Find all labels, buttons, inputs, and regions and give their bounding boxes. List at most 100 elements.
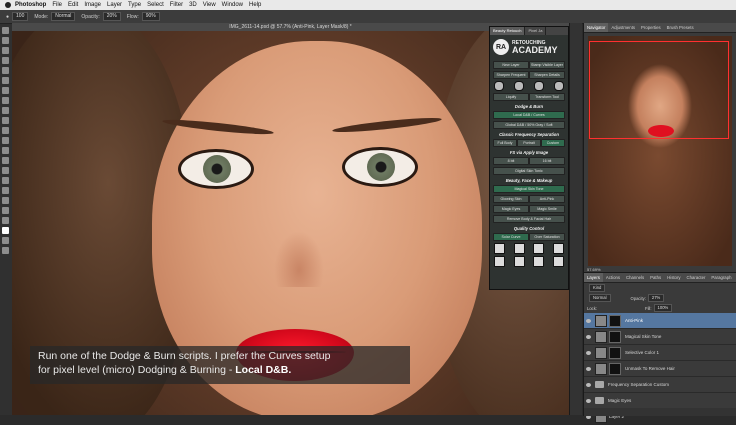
tab-properties[interactable]: Properties	[638, 23, 664, 32]
navigator-thumbnail[interactable]	[588, 36, 732, 266]
8-bit-button[interactable]: 8 bit	[493, 157, 529, 165]
full-body-button[interactable]: Full Body	[493, 139, 517, 147]
quick-mask-icon[interactable]	[2, 237, 9, 244]
visibility-eye-icon[interactable]	[586, 366, 591, 371]
glowing-skin-button[interactable]: Glowing Skin	[493, 195, 529, 203]
web-icon[interactable]	[552, 256, 564, 267]
history-brush-tool-icon[interactable]	[2, 117, 9, 124]
blend-mode-select[interactable]: Normal	[589, 294, 611, 302]
custom-button[interactable]: Custom	[541, 139, 565, 147]
tab-paths[interactable]: Paths	[647, 273, 664, 282]
anti-pink-button[interactable]: Anti-Pink	[529, 195, 565, 203]
layers-icon[interactable]	[494, 256, 505, 267]
marquee-tool-icon[interactable]	[2, 37, 9, 44]
app-menu[interactable]: Photoshop	[15, 2, 46, 8]
liquify-icon[interactable]	[494, 81, 504, 91]
brush-size[interactable]: 100	[12, 12, 29, 21]
tab-brush-presets[interactable]: Brush Presets	[664, 23, 697, 32]
sharpen-details-button[interactable]: Sharpen Details	[529, 71, 565, 79]
transform-tool-button[interactable]: Transform Tool	[529, 93, 565, 101]
brush-tool-icon[interactable]	[2, 97, 9, 104]
visibility-eye-icon[interactable]	[586, 350, 591, 355]
magic-smile-button[interactable]: Magic Smile	[529, 205, 565, 213]
solar-curve-button[interactable]: Solar Curve	[493, 233, 529, 241]
new-layer-button[interactable]: New Layer	[493, 61, 529, 69]
visibility-eye-icon[interactable]	[586, 382, 591, 387]
grid-icon[interactable]	[494, 243, 505, 254]
menu-select[interactable]: Select	[147, 2, 164, 8]
visibility-eye-icon[interactable]	[586, 334, 591, 339]
tab-navigator[interactable]: Navigator	[584, 23, 609, 32]
layer-row[interactable]: Anti-Pink	[584, 313, 736, 329]
digital-skin-tonic-button[interactable]: Digital Skin Tonic	[493, 167, 565, 175]
menu-view[interactable]: View	[203, 2, 216, 8]
local-db-button[interactable]: Local D&B / Curves	[493, 111, 565, 119]
eyedropper-tool-icon[interactable]	[2, 77, 9, 84]
layer-row[interactable]: Frequency Separation Custom	[584, 377, 736, 393]
shape-tool-icon[interactable]	[2, 197, 9, 204]
zoom-tool-icon[interactable]	[2, 217, 9, 224]
menu-type[interactable]: Type	[128, 2, 141, 8]
flow-field[interactable]: 90%	[141, 12, 160, 21]
layer-mask-thumbnail[interactable]	[609, 330, 621, 343]
menu-filter[interactable]: Filter	[170, 2, 183, 8]
image-icon[interactable]	[533, 243, 545, 254]
tab-history[interactable]: History	[664, 273, 683, 282]
global-db-button[interactable]: Global D&B / 50% Gray / Soft	[493, 121, 565, 129]
sharpen-frequent-button[interactable]: Sharpen Frequent	[493, 71, 529, 79]
layer-row[interactable]: Selective Color 1	[584, 345, 736, 361]
mode-select[interactable]: Normal	[51, 12, 76, 21]
crop-icon[interactable]	[513, 243, 525, 254]
tab-pixel-ja[interactable]: Pixel Ja	[525, 27, 547, 35]
layer-row[interactable]: Magic Eyes	[584, 393, 736, 409]
tab-channels[interactable]: Channels	[623, 273, 647, 282]
layer-row[interactable]: Magical Skin Tone	[584, 329, 736, 345]
menu-file[interactable]: File	[52, 2, 62, 8]
hand-tool-icon[interactable]	[2, 207, 9, 214]
fill-field[interactable]: 100%	[653, 304, 673, 312]
export-icon[interactable]	[513, 256, 525, 267]
quick-select-tool-icon[interactable]	[2, 57, 9, 64]
navigator-view-box[interactable]	[589, 41, 729, 139]
resize-icon[interactable]	[552, 243, 564, 254]
dodge-tool-icon[interactable]	[2, 157, 9, 164]
warp-icon[interactable]	[514, 81, 524, 91]
tab-layers[interactable]: Layers	[584, 273, 603, 282]
remove-hair-button[interactable]: Remove Body & Facial Hair	[493, 215, 565, 223]
type-tool-icon[interactable]	[2, 177, 9, 184]
magical-skin-tone-button[interactable]: Magical Skin Tone	[493, 185, 565, 193]
over-saturation-button[interactable]: Over Saturation	[529, 233, 565, 241]
screen-mode-icon[interactable]	[2, 247, 9, 254]
tab-beauty-retouch[interactable]: Beauty Retouch	[490, 27, 526, 35]
gradient-tool-icon[interactable]	[2, 137, 9, 144]
menu-edit[interactable]: Edit	[68, 2, 78, 8]
path-select-tool-icon[interactable]	[2, 187, 9, 194]
menu-help[interactable]: Help	[249, 2, 261, 8]
layer-mask-thumbnail[interactable]	[609, 346, 621, 359]
move-tool-icon[interactable]	[2, 27, 9, 34]
magic-eyes-button[interactable]: Magic Eyes	[493, 205, 529, 213]
layer-mask-thumbnail[interactable]	[609, 362, 621, 375]
menu-window[interactable]: Window	[222, 2, 243, 8]
eraser-tool-icon[interactable]	[2, 127, 9, 134]
layer-opacity-field[interactable]: 27%	[647, 294, 665, 302]
opacity-field[interactable]: 20%	[102, 12, 121, 21]
tab-actions[interactable]: Actions	[603, 273, 623, 282]
color-swatch-icon[interactable]	[2, 227, 9, 234]
tab-adjustments[interactable]: Adjustments	[608, 23, 638, 32]
menu-3d[interactable]: 3D	[189, 2, 197, 8]
stamp-tool-icon[interactable]	[2, 107, 9, 114]
menu-layer[interactable]: Layer	[107, 2, 122, 8]
pen-tool-icon[interactable]	[2, 167, 9, 174]
liquify-button[interactable]: Liquify	[493, 93, 529, 101]
crop-tool-icon[interactable]	[2, 67, 9, 74]
tab-paragraph[interactable]: Paragraph	[708, 273, 734, 282]
layer-kind-filter[interactable]: Kind	[589, 284, 606, 292]
tab-character[interactable]: Character	[684, 273, 709, 282]
visibility-eye-icon[interactable]	[586, 398, 591, 403]
brush-icon[interactable]: ●	[6, 14, 9, 20]
16-bit-button[interactable]: 16 bit	[529, 157, 565, 165]
layer-row[interactable]: Unmask To Remove Hair	[584, 361, 736, 377]
lasso-icon[interactable]	[554, 81, 564, 91]
brush-preset-icon[interactable]	[534, 81, 544, 91]
